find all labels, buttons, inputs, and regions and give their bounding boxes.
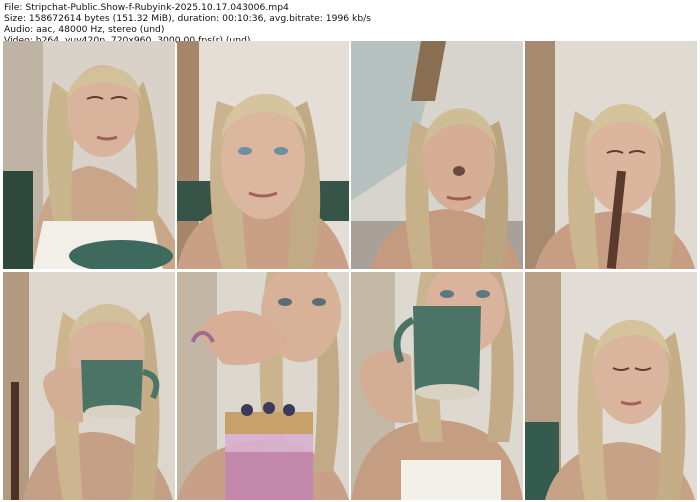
thumbnail-frame-4	[525, 41, 697, 269]
frame-7-image	[351, 272, 523, 500]
frame-5-image	[3, 272, 175, 500]
thumbnail-frame-7	[351, 272, 523, 500]
thumbnail-frame-6	[177, 272, 349, 500]
file-name-line: File: Stripchat-Public.Show-f-Rubyink-20…	[4, 2, 289, 13]
thumbnail-frame-1	[3, 41, 175, 269]
file-size-line: Size: 158672614 bytes (151.32 MiB), dura…	[4, 13, 372, 24]
thumbnail-frame-8	[525, 272, 697, 500]
thumbnail-frame-3	[351, 41, 523, 269]
frame-8-image	[525, 272, 697, 500]
frame-3-image	[351, 41, 523, 269]
file-info-header: File: Stripchat-Public.Show-f-Rubyink-20…	[4, 2, 696, 46]
thumbnail-frame-5	[3, 272, 175, 500]
frame-4-image	[525, 41, 697, 269]
frame-2-image	[177, 41, 349, 269]
frame-1-image	[3, 41, 175, 269]
thumbnail-frame-2	[177, 41, 349, 269]
audio-info-line: Audio: aac, 48000 Hz, stereo (und)	[4, 24, 165, 35]
thumbnail-grid	[3, 41, 697, 500]
frame-6-image	[177, 272, 349, 500]
